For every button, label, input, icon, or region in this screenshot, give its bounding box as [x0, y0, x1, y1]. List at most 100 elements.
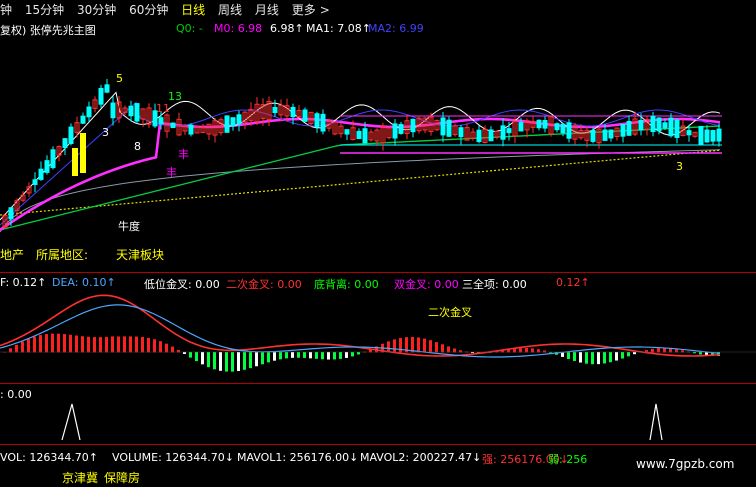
macd-histogram-bar [309, 352, 312, 359]
ma-yellow-dotted-line [0, 149, 721, 216]
macd-histogram-bar [573, 352, 576, 361]
macd-histogram-bar [603, 352, 606, 364]
macd-bottom-divergence: 底背离: 0.00 [314, 278, 379, 291]
candlestick [356, 130, 362, 140]
macd-histogram-bar [93, 337, 96, 353]
macd-histogram-bar [339, 352, 342, 359]
macd-histogram-bar [597, 352, 600, 365]
candlestick [38, 168, 44, 180]
candlestick [392, 123, 398, 139]
macd-histogram-bar [435, 342, 438, 353]
candlestick [446, 119, 452, 137]
candlestick [698, 125, 704, 145]
candlestick [716, 128, 722, 142]
macd-histogram-bar [201, 352, 204, 365]
candlestick [506, 128, 512, 134]
macd-histogram-bar [165, 343, 168, 353]
candlestick [344, 129, 350, 135]
second-golden-cross-label: 二次金叉 [428, 306, 472, 319]
macd-histogram-bar [195, 352, 198, 362]
candlestick [476, 129, 482, 143]
region-label: 所属地区: [36, 248, 89, 262]
mavol1-value: MAVOL1: 256176.00↓ [237, 451, 359, 464]
candlestick [236, 114, 242, 125]
candlestick [110, 102, 116, 119]
macd-histogram-bar [189, 352, 192, 358]
macd-histogram-bar [153, 339, 156, 353]
candlestick [410, 118, 416, 133]
macd-histogram-bar [615, 352, 618, 361]
candlestick [68, 126, 74, 144]
macd-histogram-bar [117, 336, 120, 353]
divider-macd-signal [0, 383, 756, 384]
candlestick [608, 129, 614, 139]
macd-histogram-bar [303, 352, 306, 358]
macd-histogram-bar [33, 336, 36, 353]
macd-histogram-bar [225, 352, 228, 372]
region-value[interactable]: 天津板块 [116, 246, 164, 263]
candlestick [656, 117, 662, 132]
macd-histogram-bar [57, 333, 60, 353]
candlestick [650, 115, 656, 133]
candlestick [44, 160, 50, 173]
candlestick [104, 84, 110, 93]
macd-histogram-bar [129, 336, 132, 353]
candlestick [668, 117, 674, 137]
candlestick [188, 124, 194, 135]
macd-dea: DEA: 0.10↑ [52, 276, 116, 289]
macd-histogram-bar [345, 352, 348, 358]
stock-chart-canvas[interactable] [0, 0, 756, 487]
cross-marker-1: 丰 [178, 148, 189, 161]
macd-histogram-bar [69, 334, 72, 353]
divider-signal-volume [0, 444, 756, 445]
candlestick [80, 115, 86, 124]
volume-value: VOLUME: 126344.70↓ [112, 451, 234, 464]
macd-histogram-bar [333, 352, 336, 360]
macd-histogram-bar [327, 352, 330, 360]
macd-histogram-bar [441, 344, 444, 353]
macd-histogram-bar [627, 352, 630, 357]
tag-affordable-housing[interactable]: 保障房 [104, 469, 140, 486]
sector-label: 地产 [0, 248, 25, 262]
macd-histogram-bar [297, 352, 300, 358]
candlestick [134, 103, 140, 122]
macd-histogram-bar [429, 340, 432, 353]
macd-histogram-bar [273, 352, 276, 361]
macd-histogram-bar [105, 336, 108, 353]
macd-histogram-bar [423, 338, 426, 353]
tag-jingjinji[interactable]: 京津冀 [62, 469, 98, 486]
macd-histogram-bar [291, 352, 294, 358]
candlestick [518, 122, 524, 132]
macd-histogram-bar [147, 337, 150, 353]
macd-histogram-bar [27, 338, 30, 353]
candlestick [302, 109, 308, 122]
macd-histogram-bar [39, 335, 42, 353]
candlestick [32, 179, 38, 185]
wave-label-13: 13 [168, 90, 182, 103]
macd-histogram-bar [141, 337, 144, 353]
signal-spike-right [649, 403, 663, 441]
divider-main-macd [0, 272, 756, 273]
candlestick [290, 106, 296, 118]
candlestick [62, 138, 68, 149]
macd-histogram-bar [633, 352, 636, 355]
macd-histogram-bar [51, 333, 54, 353]
wave-label-5: 5 [116, 72, 123, 85]
signal-spike-left [61, 403, 81, 441]
candlestick [398, 123, 404, 134]
macd-histogram-bar [123, 336, 126, 353]
macd-histogram-bar [351, 352, 354, 357]
candlestick [320, 113, 326, 132]
candlestick [602, 129, 608, 141]
mavol2-value: MAVOL2: 200227.47↓ [360, 451, 482, 464]
macd-histogram-bar [45, 334, 48, 353]
wave-label-3-right: 3 [676, 160, 683, 173]
macd-histogram-bar [213, 352, 216, 370]
macd-low-cross: 低位金叉: 0.00 [144, 278, 220, 291]
macd-histogram-bar [567, 352, 570, 360]
macd-second-cross: 二次金叉: 0.00 [226, 278, 302, 291]
macd-double-cross: 双金叉: 0.00 [394, 278, 459, 291]
candlestick [170, 122, 176, 129]
candlestick [566, 122, 572, 139]
candlestick [542, 120, 548, 129]
